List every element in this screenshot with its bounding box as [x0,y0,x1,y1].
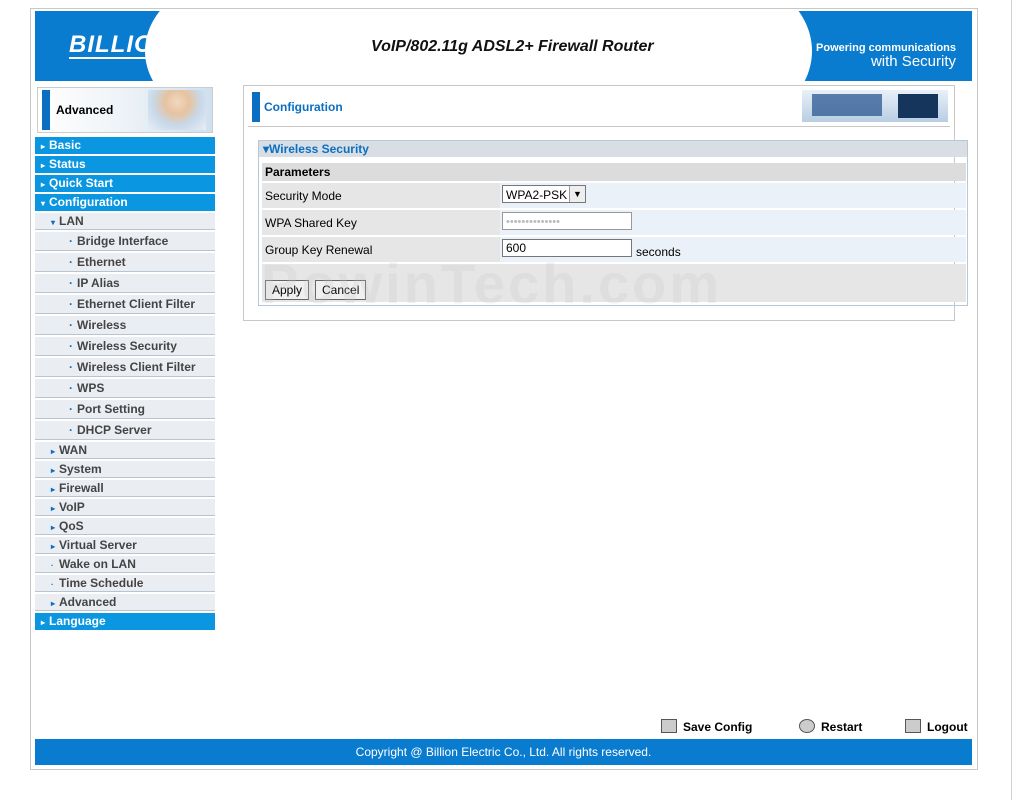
header-graphic [802,90,948,122]
logout-button[interactable]: Logout [905,719,968,734]
sidebar-item-lan[interactable]: ▾ LAN [35,213,215,230]
sidebar-item-dhcp-server[interactable]: · DHCP Server [35,421,215,440]
brand-logo: BILLION [69,31,172,58]
wpa-shared-key-row: WPA Shared Key •••••••••••••• [262,210,966,235]
parameters-header: Parameters [262,163,966,181]
page-header: BILLION VoIP/802.11g ADSL2+ Firewall Rou… [35,11,972,81]
watermark: PowinTech.com [261,252,723,315]
window-scrollbar[interactable] [1011,0,1022,800]
sidebar-item-configuration[interactable]: ▾ Configuration [35,194,215,211]
footer-actions: Save Config Restart Logout [31,717,977,737]
bullet-icon: · [69,276,73,290]
sidebar-item-ip-alias[interactable]: · IP Alias [35,274,215,293]
logout-icon [905,719,921,733]
sidebar-item-system[interactable]: ▸ System [35,461,215,478]
router-page: BILLION VoIP/802.11g ADSL2+ Firewall Rou… [30,8,978,770]
sidebar-item-advanced[interactable]: ▸ Advanced [35,594,215,611]
sidebar-item-wake-on-lan[interactable]: · Wake on LAN [35,556,215,573]
floppy-disk-icon [661,719,677,733]
wpa-shared-key-input[interactable]: •••••••••••••• [502,212,632,230]
sidebar-item-status[interactable]: ▸ Status [35,156,215,173]
banner-photo [148,90,206,130]
bullet-icon: · [51,580,54,589]
bullet-icon: · [69,423,73,437]
sidebar-item-voip[interactable]: ▸ VoIP [35,499,215,516]
sidebar-item-wan[interactable]: ▸ WAN [35,442,215,459]
sidebar-item-firewall[interactable]: ▸ Firewall [35,480,215,497]
sidebar-nav: ▸ Basic ▸ Status ▸ Quick Start ▾ Configurati… [35,137,215,632]
sidebar-item-wireless[interactable]: · Wireless [35,316,215,335]
chevron-right-icon: ▸ [51,466,56,475]
security-mode-select[interactable]: WPA2-PSK ▼ [502,185,586,203]
bullet-icon: · [69,339,73,353]
advanced-mode-label: Advanced [56,103,114,117]
wpa-shared-key-label: WPA Shared Key [265,216,357,230]
dropdown-arrow-icon: ▼ [569,186,585,202]
chevron-right-icon: ▸ [51,542,56,551]
chevron-right-icon: ▸ [51,523,56,532]
bullet-icon: · [69,318,73,332]
sidebar-item-time-schedule[interactable]: · Time Schedule [35,575,215,592]
sidebar-item-basic[interactable]: ▸ Basic [35,137,215,154]
sidebar-item-language[interactable]: ▸ Language [35,613,215,630]
sidebar-item-ethernet[interactable]: · Ethernet [35,253,215,272]
chevron-down-icon: ▾ [41,199,46,208]
section-header: ▾Wireless Security [259,141,967,157]
security-mode-row: Security Mode WPA2-PSK ▼ [262,183,966,208]
chevron-down-icon: ▾ [51,218,56,227]
sidebar-item-qos[interactable]: ▸ QoS [35,518,215,535]
sidebar-item-ethernet-client-filter[interactable]: · Ethernet Client Filter [35,295,215,314]
copyright-bar: Copyright @ Billion Electric Co., Ltd. A… [35,739,972,765]
page-title: Configuration [264,100,343,114]
sidebar-item-wireless-security[interactable]: · Wireless Security [35,337,215,356]
product-title: VoIP/802.11g ADSL2+ Firewall Router [371,38,654,55]
chevron-right-icon: ▸ [51,485,56,494]
chevron-right-icon: ▸ [41,161,46,170]
bullet-icon: · [69,381,73,395]
advanced-mode-banner: Advanced [37,87,213,133]
sidebar-item-wireless-client-filter[interactable]: · Wireless Client Filter [35,358,215,377]
sidebar-item-port-setting[interactable]: · Port Setting [35,400,215,419]
bullet-icon: · [69,255,73,269]
restart-button[interactable]: Restart [799,719,862,734]
save-config-button[interactable]: Save Config [661,719,752,734]
sidebar-item-bridge-interface[interactable]: · Bridge Interface [35,232,215,251]
bullet-icon: · [51,561,54,570]
sidebar-item-quick-start[interactable]: ▸ Quick Start [35,175,215,192]
chevron-right-icon: ▸ [51,504,56,513]
sidebar-item-wps[interactable]: · WPS [35,379,215,398]
restart-icon [799,719,815,733]
chevron-right-icon: ▸ [41,142,46,151]
chevron-right-icon: ▸ [51,599,56,608]
security-mode-label: Security Mode [265,189,342,203]
chevron-right-icon: ▸ [41,618,46,627]
bullet-icon: · [69,234,73,248]
chevron-right-icon: ▸ [51,447,56,456]
bullet-icon: · [69,360,73,374]
tagline: Powering communications with Security [816,42,956,70]
sidebar-item-virtual-server[interactable]: ▸ Virtual Server [35,537,215,554]
chevron-right-icon: ▸ [41,180,46,189]
bullet-icon: · [69,297,73,311]
bullet-icon: · [69,402,73,416]
